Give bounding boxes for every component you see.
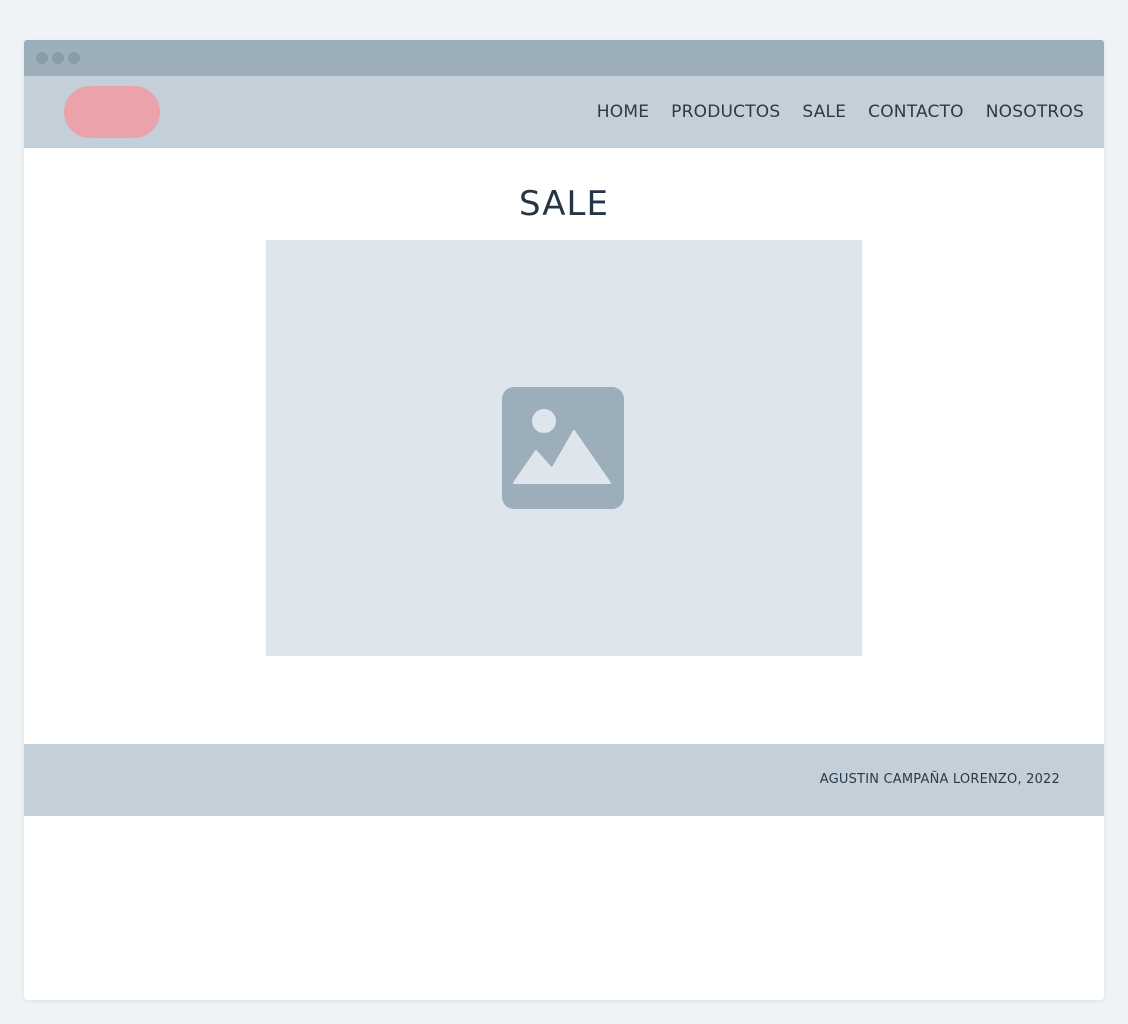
main-nav: HOME PRODUCTOS SALE CONTACTO NOSOTROS bbox=[575, 76, 1084, 148]
sale-image bbox=[266, 240, 862, 656]
page-title: SALE bbox=[519, 184, 609, 224]
image-placeholder-icon bbox=[502, 387, 624, 509]
nav-item-sale[interactable]: SALE bbox=[802, 102, 846, 122]
nav-item-productos[interactable]: PRODUCTOS bbox=[671, 102, 780, 122]
nav-item-nosotros[interactable]: NOSOTROS bbox=[986, 102, 1084, 122]
site-header: HOME PRODUCTOS SALE CONTACTO NOSOTROS bbox=[24, 76, 1104, 148]
logo[interactable] bbox=[64, 86, 160, 138]
footer-copyright: AGUSTIN CAMPAÑA LORENZO, 2022 bbox=[819, 772, 1060, 787]
browser-window: HOME PRODUCTOS SALE CONTACTO NOSOTROS SA… bbox=[24, 40, 1104, 1000]
nav-item-home[interactable]: HOME bbox=[597, 102, 649, 122]
site-footer: AGUSTIN CAMPAÑA LORENZO, 2022 bbox=[24, 744, 1104, 816]
window-titlebar bbox=[24, 40, 1104, 76]
window-maximize-dot[interactable] bbox=[68, 52, 80, 64]
nav-item-contacto[interactable]: CONTACTO bbox=[868, 102, 964, 122]
window-close-dot[interactable] bbox=[36, 52, 48, 64]
main-content: SALE bbox=[24, 148, 1104, 744]
window-minimize-dot[interactable] bbox=[52, 52, 64, 64]
